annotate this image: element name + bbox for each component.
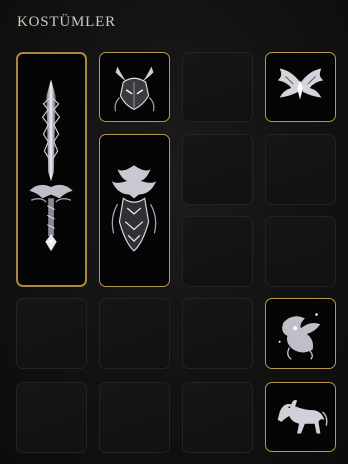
sword-icon xyxy=(29,79,73,252)
costume-slot[interactable] xyxy=(182,298,253,369)
costume-slot[interactable] xyxy=(265,134,336,205)
costume-slot[interactable] xyxy=(182,52,253,122)
costume-slot[interactable] xyxy=(182,134,253,205)
horned-mask-icon xyxy=(114,66,155,112)
horse-mount-icon xyxy=(277,400,328,434)
dragon-pet-icon xyxy=(278,313,321,360)
costume-slot-dragon-pet[interactable] xyxy=(265,298,336,369)
costume-slot[interactable] xyxy=(182,382,253,453)
costume-slot-horned-mask[interactable] xyxy=(99,52,170,122)
costume-slot-horse-mount[interactable] xyxy=(265,382,336,452)
costume-slot-sword[interactable] xyxy=(16,52,87,287)
costume-slot[interactable] xyxy=(99,382,170,453)
costume-slot[interactable] xyxy=(16,382,87,453)
costume-slot-winged-emblem[interactable] xyxy=(265,52,336,122)
costume-slot-dragon-armor[interactable] xyxy=(99,134,170,287)
dragon-armor-icon xyxy=(111,165,157,252)
costume-slot[interactable] xyxy=(99,298,170,369)
costume-slot[interactable] xyxy=(265,216,336,287)
winged-emblem-icon xyxy=(277,68,324,100)
costume-slot[interactable] xyxy=(182,216,253,287)
page-title: KOSTÜMLER xyxy=(17,14,116,30)
costume-slot[interactable] xyxy=(16,298,87,369)
